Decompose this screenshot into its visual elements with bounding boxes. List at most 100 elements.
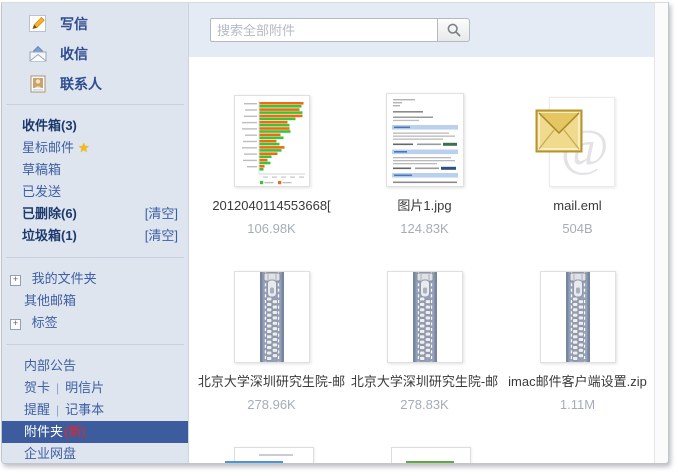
thumbnail [233, 271, 310, 363]
notepad-label: 记事本 [65, 402, 105, 417]
attachment-tile[interactable]: 图片1.jpg 124.83K [348, 93, 501, 236]
service-list: 内部公告 贺卡|明信片 提醒|记事本 附件夹(新) 企业网盘 文件中转站 [2, 350, 188, 463]
sent-label: 已发送 [22, 184, 62, 199]
zip-file-icon [233, 271, 310, 363]
attachment-tile[interactable] [195, 447, 352, 463]
expand-plus-icon[interactable]: + [10, 319, 21, 330]
attachment-size: 1.11M [559, 397, 596, 412]
receive-label: 收信 [60, 46, 88, 62]
sidebar-item-attachments-folder[interactable]: 附件夹(新) [2, 421, 188, 443]
folder-list: 收件箱(3) 星标邮件 ★ 草稿箱 已发送 已删除(6) [清空] 垃圾箱(1) … [2, 110, 188, 252]
announcements-label: 内部公告 [24, 358, 77, 373]
document-screenshot-thumbnail-image [385, 93, 464, 187]
sidebar-item-sent[interactable]: 已发送 [2, 181, 188, 203]
attachment-tile[interactable]: @ mail.eml 504B [501, 95, 654, 236]
mail-client-window: 写信 收信 联系人 收件箱(3) 星标邮件 ★ 草稿箱 已发送 已删除(6) [… [1, 2, 669, 464]
compose-icon [29, 15, 46, 32]
thumbnail [539, 271, 616, 363]
attachment-name: 图片1.jpg [397, 198, 452, 213]
sidebar-divider [6, 257, 184, 258]
inbox-label: 收件箱(3) [22, 118, 77, 133]
receive-mail-icon [29, 45, 47, 62]
attachment-size: 278.96K [247, 397, 296, 412]
attachment-name: 2012040114553668[ [212, 198, 331, 213]
attachment-name: imac邮件客户端设置.zip [508, 374, 647, 389]
receive-mail-button[interactable]: 收信 [2, 39, 188, 69]
blue-bar-fragment [224, 461, 283, 463]
attachment-name: 北京大学深圳研究生院-邮 [350, 374, 499, 389]
sidebar-divider [6, 344, 184, 345]
search-button[interactable] [437, 18, 470, 42]
new-badge: (新) [64, 424, 86, 439]
sidebar-item-reminder-notes[interactable]: 提醒 | 记事本 [2, 399, 188, 421]
sidebar-top-actions: 写信 收信 联系人 [2, 3, 188, 99]
sidebar-divider [6, 104, 184, 105]
postcard-label: 明信片 [65, 380, 105, 395]
empty-deleted-link[interactable]: [清空] [145, 203, 178, 225]
tiny-text-line [258, 454, 293, 456]
thumbnail: @ [535, 95, 621, 187]
compose-mail-button[interactable]: 写信 [2, 9, 188, 39]
attachment-tile[interactable]: imac邮件客户端设置.zip 1.11M [501, 271, 654, 412]
attachment-tile[interactable]: 北京大学深圳研究生院-邮 278.96K [195, 271, 348, 412]
attachment-name: 北京大学深圳研究生院-邮 [197, 374, 346, 389]
folder-tree: + 我的文件夹 其他邮箱 + 标签 [2, 263, 188, 339]
green-bar-fragment [405, 461, 454, 463]
grid-row [195, 447, 654, 463]
zip-file-icon [386, 271, 463, 363]
separator: | [56, 403, 60, 417]
drafts-label: 草稿箱 [22, 162, 62, 177]
attachment-size: 504B [562, 221, 593, 236]
attachment-grid: 2012040114553668[ 106.98K 图片1.jpg 124.83… [195, 93, 654, 463]
contacts-icon [30, 75, 46, 93]
attachment-size: 124.83K [400, 221, 449, 236]
other-mailboxes-label: 其他邮箱 [24, 293, 77, 308]
starred-label: 星标邮件 [22, 140, 75, 155]
scrollbar[interactable] [654, 3, 668, 463]
enterprise-disk-label: 企业网盘 [24, 446, 77, 461]
reminder-label: 提醒 [24, 402, 51, 417]
greeting-card-label: 贺卡 [24, 380, 51, 395]
partial-thumbnail [390, 447, 471, 463]
attachment-tile[interactable]: 北京大学深圳研究生院-邮 278.83K [348, 271, 501, 412]
grid-row: 2012040114553668[ 106.98K 图片1.jpg 124.83… [195, 93, 654, 236]
star-icon: ★ [78, 140, 90, 155]
sidebar-item-my-folders[interactable]: + 我的文件夹 [2, 268, 188, 290]
eml-file-icon: @ [535, 95, 621, 187]
sidebar-item-starred[interactable]: 星标邮件 ★ [2, 137, 188, 159]
sidebar-item-other-mailboxes[interactable]: 其他邮箱 [2, 290, 188, 312]
zip-file-icon [539, 271, 616, 363]
attachment-tile[interactable] [352, 447, 509, 463]
thumbnail [386, 271, 463, 363]
deleted-label: 已删除(6) [22, 206, 77, 221]
bar-chart-thumbnail-image [233, 95, 310, 187]
empty-junk-link[interactable]: [清空] [145, 225, 178, 247]
sidebar-item-tags[interactable]: + 标签 [2, 312, 188, 334]
search-icon [447, 23, 461, 37]
partial-thumbnail [224, 447, 314, 463]
sidebar: 写信 收信 联系人 收件箱(3) 星标邮件 ★ 草稿箱 已发送 已删除(6) [… [2, 3, 189, 463]
compose-label: 写信 [60, 16, 88, 32]
attachments-folder-label: 附件夹 [24, 424, 64, 439]
sidebar-item-inbox[interactable]: 收件箱(3) [2, 115, 188, 137]
expand-plus-icon[interactable]: + [10, 275, 21, 286]
grid-row: 北京大学深圳研究生院-邮 278.96K 北京大学深圳研究生院-邮 278.83… [195, 271, 654, 412]
attachment-size: 106.98K [247, 221, 296, 236]
attachment-tile[interactable]: 2012040114553668[ 106.98K [195, 95, 348, 236]
sidebar-item-cards[interactable]: 贺卡 | 明信片 [2, 377, 188, 399]
sidebar-item-announcements[interactable]: 内部公告 [2, 355, 188, 377]
search-band [189, 3, 655, 57]
sidebar-item-deleted[interactable]: 已删除(6) [清空] [2, 203, 188, 225]
attachment-size: 278.83K [400, 397, 449, 412]
contacts-label: 联系人 [60, 76, 102, 92]
junk-label: 垃圾箱(1) [22, 228, 77, 243]
sidebar-item-drafts[interactable]: 草稿箱 [2, 159, 188, 181]
sidebar-item-junk[interactable]: 垃圾箱(1) [清空] [2, 225, 188, 247]
sidebar-item-enterprise-disk[interactable]: 企业网盘 [2, 443, 188, 463]
thumbnail [385, 93, 464, 187]
search-box [210, 18, 470, 42]
thumbnail [233, 95, 310, 187]
attachment-name: mail.eml [553, 198, 602, 213]
contacts-button[interactable]: 联系人 [2, 69, 188, 99]
search-input[interactable] [210, 18, 437, 42]
